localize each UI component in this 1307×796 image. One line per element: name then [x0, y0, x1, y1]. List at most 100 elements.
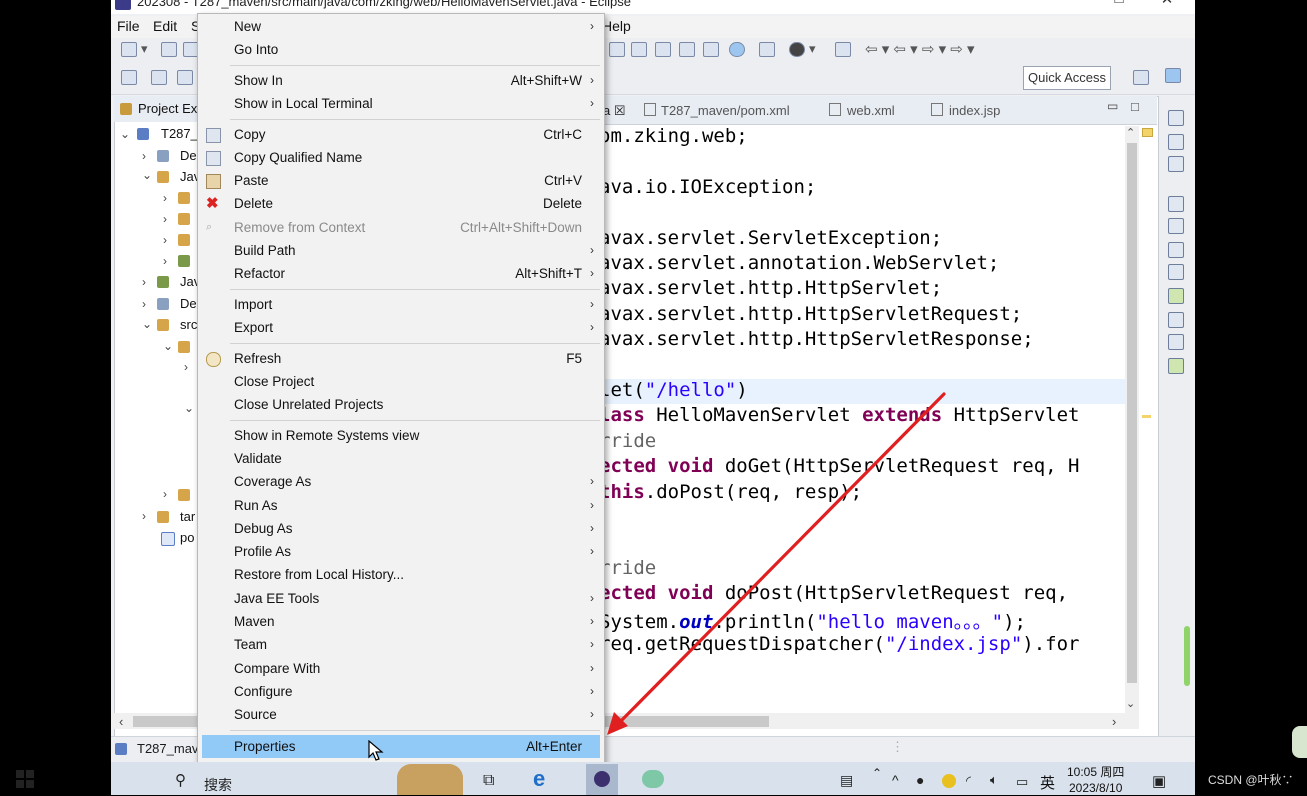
menu-item-source[interactable]: Source › — [198, 703, 604, 726]
profile-dropdown-icon[interactable]: ▾ — [809, 41, 816, 57]
tree-item-deployed-resources[interactable]: De — [180, 296, 197, 311]
quick-access-input[interactable]: Quick Access — [1023, 66, 1111, 90]
code-line[interactable]: ected void doPost(HttpServletRequest req… — [599, 582, 1068, 604]
whitespace-icon[interactable] — [703, 42, 719, 57]
expand-chevron-icon[interactable]: ⌄ — [142, 168, 152, 182]
code-line[interactable]: avax.servlet.ServletException; — [599, 227, 942, 249]
search-icon[interactable]: ⚲ — [175, 771, 186, 789]
code-line[interactable]: avax.servlet.http.HttpServletRequest; — [599, 303, 1022, 325]
microphone-icon[interactable]: ● — [916, 772, 924, 788]
expand-chevron-icon[interactable]: ⌄ — [120, 127, 130, 141]
code-line[interactable]: avax.servlet.http.HttpServletResponse; — [599, 328, 1034, 350]
code-line[interactable]: lass HelloMavenServlet extends HttpServl… — [599, 404, 1079, 426]
open-perspective-icon[interactable] — [1133, 70, 1149, 85]
code-line[interactable]: om.zking.web; — [599, 125, 748, 147]
tree-item-project[interactable]: T287_ — [161, 126, 198, 141]
search-icon[interactable] — [631, 42, 647, 57]
resume-icon[interactable] — [151, 70, 167, 85]
annotation-icon[interactable] — [835, 42, 851, 57]
menu-item-refresh[interactable]: Refresh F5 — [198, 347, 604, 370]
menu-item-configure[interactable]: Configure › — [198, 680, 604, 703]
menu-item-copy[interactable]: Copy Ctrl+C — [198, 123, 604, 146]
tab-index-jsp[interactable]: index.jsp — [931, 103, 1000, 118]
menu-item-compare-with[interactable]: Compare With › — [198, 657, 604, 680]
profile-icon[interactable] — [789, 42, 805, 57]
news-widget-icon[interactable]: ▤ — [840, 772, 853, 789]
code-line[interactable]: rride — [599, 557, 656, 579]
menu-item-java-ee-tools[interactable]: Java EE Tools › — [198, 587, 604, 610]
minimize-button[interactable]: — — [1051, 0, 1091, 8]
floating-widget-icon[interactable] — [1292, 726, 1307, 758]
scrollbar-thumb[interactable] — [1127, 143, 1137, 683]
volume-icon[interactable]: 🔈︎ — [990, 772, 998, 788]
menu-item-import[interactable]: Import › — [198, 293, 604, 316]
menu-file[interactable]: File — [117, 18, 140, 34]
windows-start-icon[interactable] — [16, 770, 34, 788]
notification-icon[interactable]: ▣ — [1152, 772, 1166, 790]
restore-icon[interactable] — [1168, 110, 1184, 126]
menu-item-run-as[interactable]: Run As › — [198, 494, 604, 517]
collapse-chevron-icon[interactable]: › — [142, 149, 146, 163]
menu-item-close-project[interactable]: Close Project — [198, 370, 604, 393]
wifi-icon[interactable]: ◜ — [966, 773, 971, 789]
maximize-editor-icon[interactable]: □ — [1131, 99, 1139, 114]
collapse-chevron-icon[interactable]: › — [163, 487, 167, 501]
collapse-chevron-icon[interactable]: › — [163, 191, 167, 205]
edge-browser-icon[interactable]: e — [533, 766, 545, 792]
menu-item-debug-as[interactable]: Debug As › — [198, 517, 604, 540]
toggle-mark-icon[interactable] — [655, 42, 671, 57]
project-explorer-title[interactable]: Project Ex — [138, 101, 197, 116]
app-tray-icon[interactable] — [942, 774, 956, 788]
scroll-down-icon[interactable]: ⌄ — [1126, 697, 1135, 710]
new-icon[interactable] — [121, 42, 137, 57]
tab-pom-xml[interactable]: T287_maven/pom.xml — [644, 103, 790, 118]
collapse-chevron-icon[interactable]: › — [163, 212, 167, 226]
expand-chevron-icon[interactable]: ⌄ — [163, 339, 173, 353]
collapse-chevron-icon[interactable]: › — [142, 509, 146, 523]
menu-item-build-path[interactable]: Build Path › — [198, 239, 604, 262]
show-hidden-icons-icon[interactable]: ⌃ — [872, 766, 882, 780]
expand-chevron-icon[interactable]: ⌄ — [184, 401, 194, 415]
menu-item-delete[interactable]: ✖ Delete Delete — [198, 192, 604, 215]
back-history-icon[interactable]: ⇦ ▾ ⇦ ▾ ⇨ ▾ ⇨ ▾ — [865, 40, 975, 58]
progress-icon[interactable] — [1168, 358, 1184, 374]
app-flower-icon[interactable] — [642, 770, 664, 788]
collapse-chevron-icon[interactable]: › — [142, 275, 146, 289]
restore-icon[interactable] — [1168, 196, 1184, 212]
menu-item-coverage-as[interactable]: Coverage As › — [198, 470, 604, 493]
block-select-icon[interactable] — [679, 42, 695, 57]
menu-item-show-in-local-terminal[interactable]: Show in Local Terminal › — [198, 92, 604, 115]
code-line[interactable]: req.getRequestDispatcher("/index.jsp").f… — [599, 633, 1079, 655]
console-icon[interactable] — [1168, 334, 1184, 350]
code-line[interactable]: ected void doGet(HttpServletRequest req,… — [599, 455, 1079, 477]
overview-ruler-marker[interactable] — [1142, 415, 1151, 418]
menu-item-refactor[interactable]: Refactor Alt+Shift+T › — [198, 262, 604, 285]
menu-item-new[interactable]: New › — [198, 15, 604, 38]
close-tab-icon[interactable]: ☒ — [614, 103, 626, 118]
code-line[interactable]: let("/hello") — [599, 379, 748, 401]
outline-icon[interactable] — [1168, 134, 1184, 150]
taskbar-search-box[interactable]: 搜索 — [204, 775, 232, 795]
menu-item-properties[interactable]: Properties Alt+Enter — [202, 735, 600, 758]
java-ee-perspective-icon[interactable] — [1165, 68, 1181, 83]
warning-overview-icon[interactable] — [1142, 128, 1153, 137]
menu-item-show-in-remote-systems[interactable]: Show in Remote Systems view — [198, 424, 604, 447]
collapse-chevron-icon[interactable]: › — [163, 233, 167, 247]
menu-item-maven[interactable]: Maven › — [198, 610, 604, 633]
lion-widget-icon[interactable] — [397, 764, 463, 795]
menu-item-show-in[interactable]: Show In Alt+Shift+W › — [198, 69, 604, 92]
minimize-editor-icon[interactable]: ▭ — [1107, 99, 1118, 113]
suspend-icon[interactable] — [177, 70, 193, 85]
new-dropdown-icon[interactable]: ▾ — [141, 41, 148, 57]
globe-icon[interactable] — [729, 42, 745, 57]
code-line[interactable]: avax.servlet.http.HttpServlet; — [599, 277, 942, 299]
snippets-icon[interactable] — [1168, 312, 1184, 328]
chevron-up-icon[interactable]: ^ — [892, 772, 899, 788]
menu-item-copy-qualified-name[interactable]: Copy Qualified Name — [198, 146, 604, 169]
battery-icon[interactable]: ▭ — [1016, 774, 1028, 790]
collapse-chevron-icon[interactable]: › — [142, 297, 146, 311]
menu-item-paste[interactable]: Paste Ctrl+V — [198, 169, 604, 192]
code-line[interactable]: ava.io.IOException; — [599, 176, 816, 198]
scroll-left-icon[interactable]: ‹ — [119, 714, 123, 729]
run-external-icon[interactable] — [759, 42, 775, 57]
